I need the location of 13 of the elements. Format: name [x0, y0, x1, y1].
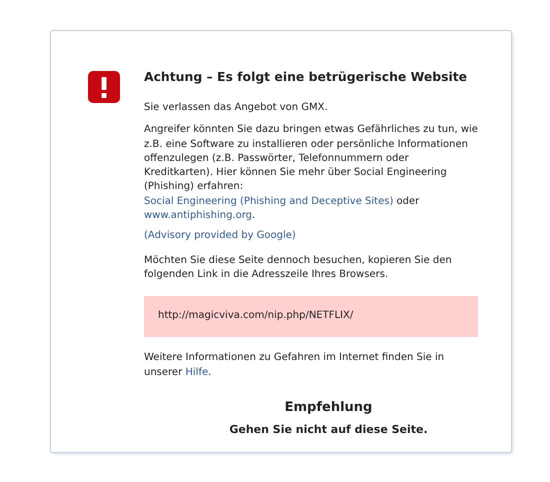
copy-hint-text: Möchten Sie diese Seite dennoch besuchen, kopieren Sie den folgenden Link in die Adresszeile Ihres Browsers. [144, 254, 453, 282]
warning-icon [88, 71, 120, 103]
intro-text: Sie verlassen das Angebot von GMX. [144, 101, 329, 115]
url-box: http://magicviva.com/nip.php/NETFLIX/ [144, 296, 478, 338]
explanation-text: Angreifer könnten Sie dazu bringen etwas Gefährliches zu tun, wie z.B. eine Software zu installieren oder persönliche Informationen offenzulegen (z.B. Passwörter, Telefonnummern oder Kreditkarten). Hier können Sie mehr über Social Engineering (Phishing) erfahren: Social Engineering (Phishing and Deceptive Sites) oder www.antiphishing.org. [144, 123, 478, 224]
advisory-link[interactable]: (Advisory provided by Google) [144, 229, 296, 244]
info-link[interactable]: www.antiphishing.org [144, 210, 252, 222]
help-text: Weitere Informationen zu Gefahren im Internet finden Sie in unserer Hilfe. [144, 351, 446, 380]
help-link[interactable]: Hilfe [185, 366, 208, 378]
warning-title: Achtung – Es folgt eine betrügerische Website [144, 69, 468, 85]
info-link[interactable]: Social Engineering (Phishing and Deceptive Sites) [144, 196, 394, 207]
recommendation-text: Gehen Sie nicht auf diese Seite. [228, 422, 429, 437]
recommendation-heading: Empfehlung [284, 400, 372, 416]
